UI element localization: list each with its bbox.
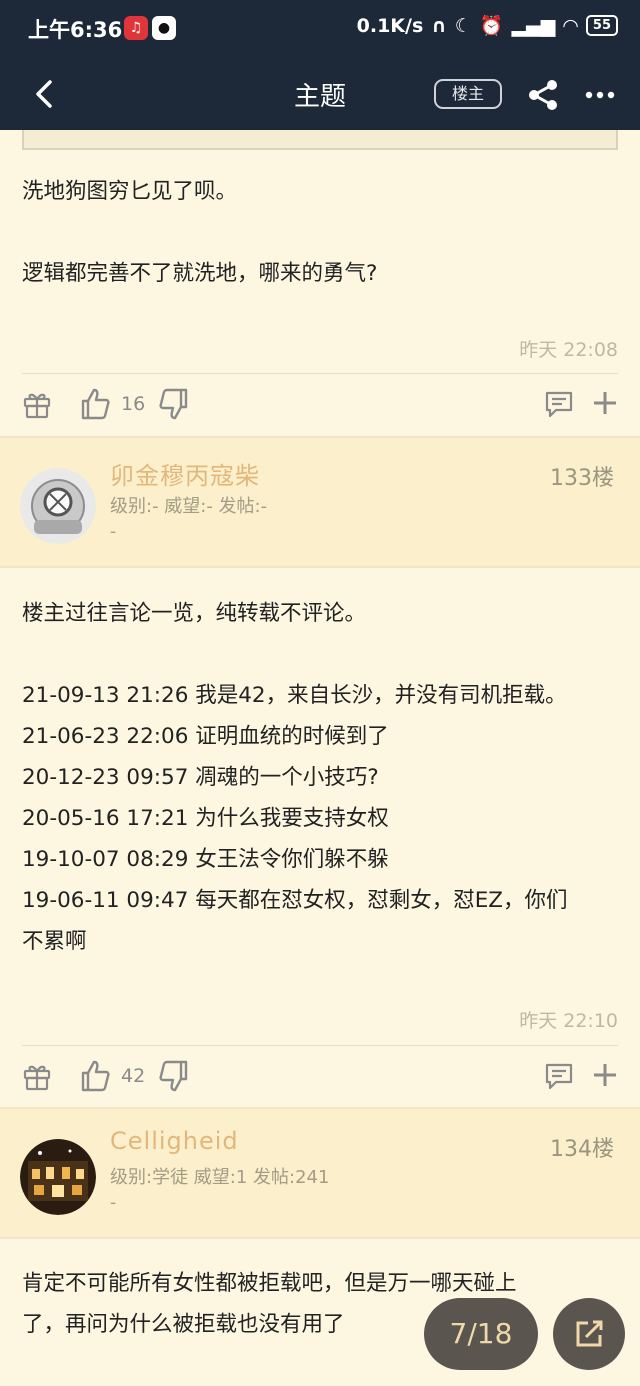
post-header-134: Celligheid 级别:学徒 威望:1 发帖:241 - 134楼 bbox=[0, 1107, 640, 1239]
share-icon[interactable] bbox=[526, 78, 560, 112]
post-line: 楼主过往言论一览，纯转载不评论。 bbox=[22, 601, 367, 626]
floor-number: 134楼 bbox=[550, 1137, 614, 1162]
post-body-133: 楼主过往言论一览，纯转载不评论。 21-09-13 21:26 我是42，来自长… bbox=[22, 593, 568, 962]
post-line: 21-09-13 21:26 我是42，来自长沙，并没有司机拒载。 bbox=[22, 683, 567, 708]
thumbs-up-icon[interactable] bbox=[80, 1059, 110, 1093]
post-line bbox=[22, 212, 377, 253]
netease-music-icon: ♫ bbox=[124, 16, 148, 40]
like-count: 42 bbox=[121, 1065, 146, 1087]
user-signature: - bbox=[110, 1193, 117, 1213]
username[interactable]: 卯金穆丙寇柴 bbox=[110, 456, 260, 491]
battery-indicator: 55 bbox=[585, 15, 618, 36]
alarm-icon: ⏰ bbox=[479, 15, 504, 37]
post-line: 不累啊 bbox=[22, 929, 87, 954]
net-speed: 0.1K/s bbox=[356, 14, 424, 37]
user-signature: - bbox=[110, 522, 117, 542]
avatar[interactable] bbox=[20, 468, 96, 544]
moon-icon: ☾ bbox=[454, 14, 472, 37]
divider bbox=[22, 373, 618, 374]
plus-icon[interactable] bbox=[591, 389, 619, 417]
user-meta: 级别:- 威望:- 发帖:- bbox=[110, 496, 268, 517]
post-line: 20-12-23 09:57 凋魂的一个小技巧? bbox=[22, 765, 379, 790]
username[interactable]: Celligheid bbox=[110, 1127, 239, 1155]
top-bar: 上午6:36 ♫ ● 0.1K/s ∩ ☾ ⏰ ▂▄▆ ◠ 55 主题 楼主 bbox=[0, 0, 640, 130]
post-line: 逻辑都完善不了就洗地，哪来的勇气? bbox=[22, 261, 378, 286]
post-line bbox=[22, 634, 568, 675]
plus-icon[interactable] bbox=[591, 1061, 619, 1089]
post-line: 肯定不可能所有女性都被拒载吧，但是万一哪天碰上 bbox=[22, 1271, 517, 1296]
status-right: 0.1K/s ∩ ☾ ⏰ ▂▄▆ ◠ 55 bbox=[357, 14, 618, 37]
wifi-icon: ◠ bbox=[563, 14, 578, 37]
post-timestamp: 昨天 22:08 bbox=[519, 339, 618, 361]
signal-icon: ▂▄▆ bbox=[511, 14, 556, 37]
quote-box bbox=[22, 130, 618, 150]
divider bbox=[22, 1045, 618, 1046]
gift-icon[interactable] bbox=[22, 389, 52, 419]
floor-number: 133楼 bbox=[550, 466, 614, 491]
headset-icon: ∩ bbox=[431, 14, 447, 37]
thumbs-down-icon[interactable] bbox=[159, 387, 189, 421]
thumbs-down-icon[interactable] bbox=[159, 1059, 189, 1093]
post-timestamp: 昨天 22:10 bbox=[519, 1010, 618, 1032]
comment-icon[interactable] bbox=[544, 1061, 574, 1091]
only-op-button[interactable]: 楼主 bbox=[434, 79, 502, 109]
post-line: 19-06-11 09:47 每天都在怼女权，怼剩女，怼EZ，你们 bbox=[22, 888, 568, 913]
post-body-prev: 洗地狗图穷匕见了呗。 逻辑都完善不了就洗地，哪来的勇气? bbox=[22, 171, 377, 294]
post-header-133: 卯金穆丙寇柴 级别:- 威望:- 发帖:- - 133楼 bbox=[0, 436, 640, 568]
thumbs-up-icon[interactable] bbox=[80, 387, 110, 421]
gift-icon[interactable] bbox=[22, 1061, 52, 1091]
status-bar: 上午6:36 ♫ ● 0.1K/s ∩ ☾ ⏰ ▂▄▆ ◠ 55 bbox=[0, 0, 640, 58]
user-meta: 级别:学徒 威望:1 发帖:241 bbox=[110, 1167, 330, 1188]
post-actions: 16 bbox=[0, 381, 640, 431]
reply-button[interactable] bbox=[553, 1298, 625, 1370]
more-options-icon[interactable] bbox=[584, 80, 616, 110]
post-line: 20-05-16 17:21 为什么我要支持女权 bbox=[22, 806, 389, 831]
post-line: 洗地狗图穷匕见了呗。 bbox=[22, 179, 238, 204]
edit-icon bbox=[576, 1320, 603, 1347]
nav-bar: 主题 楼主 bbox=[0, 58, 640, 130]
avatar[interactable] bbox=[20, 1139, 96, 1215]
post-actions: 42 bbox=[0, 1053, 640, 1103]
post-line: 21-06-23 22:06 证明血统的时候到了 bbox=[22, 724, 389, 749]
comment-icon[interactable] bbox=[544, 389, 574, 419]
status-time: 上午6:36 bbox=[28, 18, 123, 42]
qq-icon: ● bbox=[152, 16, 176, 40]
like-count: 16 bbox=[121, 393, 146, 415]
page-indicator-button[interactable]: 7/18 bbox=[424, 1298, 538, 1370]
post-line: 19-10-07 08:29 女王法令你们躲不躲 bbox=[22, 847, 389, 872]
